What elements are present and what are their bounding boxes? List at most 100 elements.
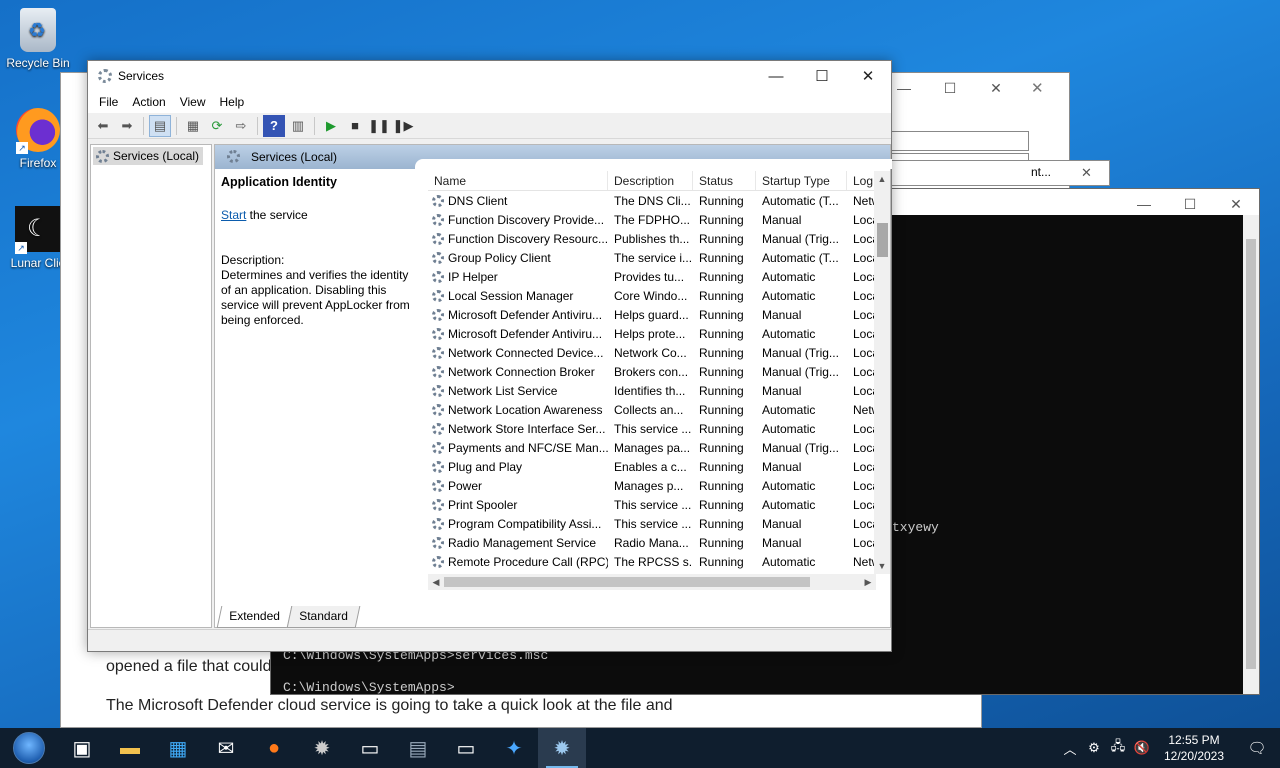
column-header-name[interactable]: Name bbox=[428, 171, 608, 190]
table-row[interactable]: Network Store Interface Ser... This servi… bbox=[428, 419, 876, 438]
close-icon[interactable]: ✕ bbox=[1031, 79, 1044, 97]
table-row[interactable]: Remote Procedure Call (RPC) The RPCSS s..… bbox=[428, 552, 876, 571]
close-icon[interactable]: ✕ bbox=[1081, 165, 1092, 181]
table-row[interactable]: Microsoft Defender Antiviru... Helps guar… bbox=[428, 305, 876, 324]
back-arrow-icon[interactable]: ⬅ bbox=[92, 115, 114, 137]
start-button[interactable] bbox=[0, 728, 58, 768]
file-explorer-icon[interactable]: ▬ bbox=[106, 728, 154, 768]
service-log-on-as: Netw bbox=[853, 193, 876, 208]
volume-muted-icon[interactable]: 🔇 bbox=[1130, 740, 1154, 756]
app-taskbar-icon[interactable]: ▤ bbox=[394, 728, 442, 768]
refresh-icon[interactable]: ⟳ bbox=[206, 115, 228, 137]
tree-node-services-local[interactable]: Services (Local) bbox=[93, 147, 204, 165]
service-log-on-as: Loca bbox=[853, 212, 876, 227]
menu-file[interactable]: File bbox=[92, 91, 125, 113]
table-row[interactable]: Payments and NFC/SE Man... Manages pa... R… bbox=[428, 438, 876, 457]
restart-service-icon[interactable]: ❚▶ bbox=[392, 115, 414, 137]
terminal-taskbar-icon[interactable]: ▭ bbox=[442, 728, 490, 768]
table-row[interactable]: Network Location Awareness Collects an...… bbox=[428, 400, 876, 419]
firefox-taskbar-icon[interactable]: ● bbox=[250, 728, 298, 768]
table-row[interactable]: IP Helper Provides tu... Running Automatic L… bbox=[428, 267, 876, 286]
desktop-icon-label: Recycle Bin bbox=[6, 56, 70, 70]
title-bar[interactable]: Services — ☐ ✕ bbox=[88, 61, 891, 91]
service-startup-type: Manual bbox=[762, 516, 802, 531]
service-status: Running bbox=[699, 307, 744, 322]
gear-icon bbox=[432, 461, 444, 474]
table-row[interactable]: Program Compatibility Assi... This servic… bbox=[428, 514, 876, 533]
scroll-left-icon[interactable]: ◀ bbox=[428, 574, 444, 590]
table-row[interactable]: Microsoft Defender Antiviru... Helps prot… bbox=[428, 324, 876, 343]
menu-view[interactable]: View bbox=[173, 91, 213, 113]
properties-icon[interactable]: ▦ bbox=[182, 115, 204, 137]
clock[interactable]: 12:55 PM 12/20/2023 bbox=[1154, 732, 1234, 764]
service-log-on-as: Loca bbox=[853, 250, 876, 265]
services-taskbar-icon[interactable]: ✹ bbox=[538, 728, 586, 768]
console-scrollbar[interactable] bbox=[1243, 215, 1259, 694]
scroll-up-icon[interactable]: ▲ bbox=[874, 171, 890, 187]
service-name: Payments and NFC/SE Man... bbox=[428, 441, 608, 455]
desktop-icon-recycle-bin[interactable]: Recycle Bin bbox=[4, 8, 72, 70]
pause-service-icon[interactable]: ❚❚ bbox=[368, 115, 390, 137]
scrollbar-thumb[interactable] bbox=[444, 577, 810, 587]
service-startup-type: Manual (Trig... bbox=[762, 440, 839, 455]
close-button[interactable]: ✕ bbox=[845, 61, 891, 91]
table-row[interactable]: Power Manages p... Running Automatic Loca bbox=[428, 476, 876, 495]
chevron-up-icon[interactable]: ︿ bbox=[1058, 739, 1082, 758]
scrollbar-thumb[interactable] bbox=[877, 223, 888, 257]
service-startup-type: Automatic bbox=[762, 288, 816, 303]
maximize-icon[interactable]: ☐ bbox=[927, 73, 973, 103]
action-pane-icon[interactable]: ▥ bbox=[287, 115, 309, 137]
table-row[interactable]: Print Spooler This service ... Running Auto… bbox=[428, 495, 876, 514]
stop-service-icon[interactable]: ■ bbox=[344, 115, 366, 137]
gear-icon bbox=[432, 271, 444, 284]
table-row[interactable]: Function Discovery Resourc... Publishes t… bbox=[428, 229, 876, 248]
microsoft-store-icon[interactable]: ▦ bbox=[154, 728, 202, 768]
column-header-log-on-as[interactable]: Log bbox=[847, 171, 876, 190]
column-header-status[interactable]: Status bbox=[693, 171, 756, 190]
service-status: Running bbox=[699, 554, 744, 569]
scroll-right-icon[interactable]: ▶ bbox=[860, 574, 876, 590]
vertical-scrollbar[interactable]: ▲ ▼ bbox=[874, 171, 890, 574]
gear-icon bbox=[432, 214, 444, 227]
tab-standard[interactable]: Standard bbox=[286, 606, 360, 628]
help-icon[interactable]: ? bbox=[263, 114, 285, 137]
table-row[interactable]: Network List Service Identifies th... Runn… bbox=[428, 381, 876, 400]
background-tab-label[interactable]: nt... bbox=[1031, 165, 1051, 179]
service-name: Network Location Awareness bbox=[428, 403, 608, 417]
table-row[interactable]: Plug and Play Enables a c... Running Manual… bbox=[428, 457, 876, 476]
task-view-icon[interactable]: ▣ bbox=[58, 728, 106, 768]
table-row[interactable]: Group Policy Client The service i... Runni… bbox=[428, 248, 876, 267]
gear-icon bbox=[432, 252, 444, 265]
menu-action[interactable]: Action bbox=[125, 91, 172, 113]
table-row[interactable]: Function Discovery Provide... The FDPHO..… bbox=[428, 210, 876, 229]
mail-icon[interactable]: ✉ bbox=[202, 728, 250, 768]
column-header-description[interactable]: Description bbox=[608, 171, 693, 190]
horizontal-scrollbar[interactable]: ◀ ▶ bbox=[428, 574, 876, 590]
table-row[interactable]: Network Connected Device... Network Co...… bbox=[428, 343, 876, 362]
maximize-button[interactable]: ☐ bbox=[799, 61, 845, 91]
table-row[interactable]: DNS Client The DNS Cli... Running Automatic… bbox=[428, 191, 876, 210]
tool-taskbar-icon[interactable]: ✦ bbox=[490, 728, 538, 768]
column-header-startup-type[interactable]: Startup Type bbox=[756, 171, 847, 190]
scroll-down-icon[interactable]: ▼ bbox=[874, 558, 890, 574]
show-hide-console-tree-icon[interactable]: ▤ bbox=[149, 114, 171, 137]
menu-help[interactable]: Help bbox=[213, 91, 252, 113]
notifications-icon[interactable]: 🗨 bbox=[1234, 739, 1280, 757]
service-startup-type: Automatic (T... bbox=[762, 250, 839, 265]
network-icon[interactable]: 🖧 bbox=[1106, 737, 1130, 759]
command-prompt-taskbar-icon[interactable]: ▭ bbox=[346, 728, 394, 768]
security-icon[interactable]: ⚙ bbox=[1082, 740, 1106, 756]
table-row[interactable]: Local Session Manager Core Windo... Runnin… bbox=[428, 286, 876, 305]
start-service-link[interactable]: Start bbox=[221, 208, 246, 222]
service-description: The service i... bbox=[614, 250, 693, 265]
settings-taskbar-icon[interactable]: ✹ bbox=[298, 728, 346, 768]
minimize-button[interactable]: — bbox=[753, 61, 799, 91]
tab-extended[interactable]: Extended bbox=[216, 606, 293, 628]
close-icon[interactable]: ✕ bbox=[973, 73, 1019, 103]
export-list-icon[interactable]: ⇨ bbox=[230, 115, 252, 137]
forward-arrow-icon[interactable]: ➡ bbox=[116, 115, 138, 137]
table-row[interactable]: Network Connection Broker Brokers con... R… bbox=[428, 362, 876, 381]
table-row[interactable]: Radio Management Service Radio Mana... Run… bbox=[428, 533, 876, 552]
status-bar bbox=[88, 629, 891, 651]
start-service-icon[interactable]: ▶ bbox=[320, 115, 342, 137]
